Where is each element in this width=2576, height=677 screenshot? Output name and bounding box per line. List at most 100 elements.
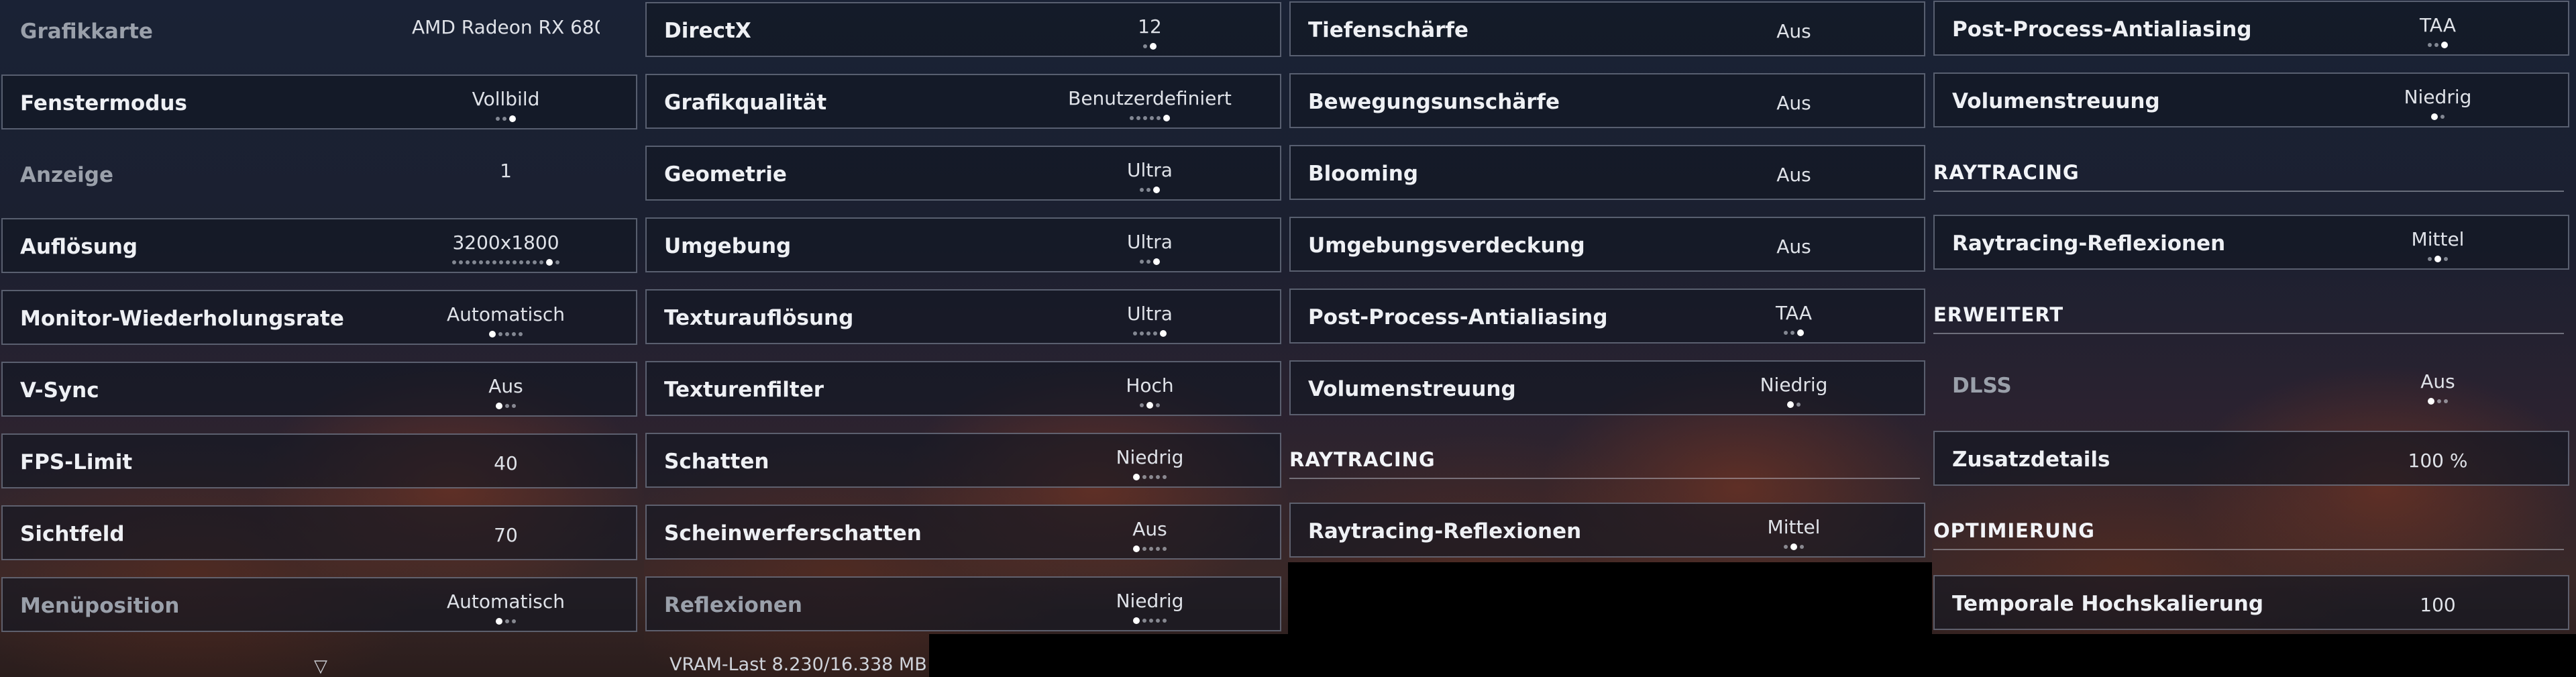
option-dot [1784,330,1788,335]
setting-row-grafikkarte[interactable]: Grafikkarte AMD Radeon RX 6800 [1,3,637,58]
option-dot [505,619,509,623]
option-dot-active [496,617,502,625]
option-dot [498,331,502,336]
setting-row-temporale-hochskalierung[interactable]: Temporale Hochskalierung 100 [1933,575,2569,630]
option-dot [533,260,537,264]
setting-row-texturaufloesung[interactable]: Texturauflösung Ultra [645,289,1281,344]
setting-row-raytracing-reflexionen[interactable]: Raytracing-Reflexionen Mittel [1289,503,1925,558]
background-fill [1932,634,2576,677]
option-dot [2437,399,2441,403]
setting-row-vsync[interactable]: V-Sync Aus [1,362,637,417]
setting-label: Volumenstreuung [1308,377,1516,401]
option-dot [505,331,509,336]
setting-row-bewegungsunschaerfe[interactable]: Bewegungsunschärfe Aus [1289,73,1925,128]
option-dot [1136,115,1140,120]
setting-label: Umgebung [664,234,792,258]
setting-value: Niedrig [1116,590,1184,612]
setting-row-raytracing-reflexionen[interactable]: Raytracing-Reflexionen Mittel [1933,215,2569,270]
option-indicator [999,42,1288,50]
setting-row-aufloesung[interactable]: Auflösung 3200x1800 [1,218,637,273]
option-dot [539,260,543,264]
option-dot [2444,256,2448,261]
vram-usage: VRAM-Last 8.230/16.338 MB [669,654,927,675]
option-dot-active [1150,42,1157,50]
option-dot [1800,544,1804,549]
option-indicator [355,258,644,266]
setting-value: Aus [488,375,523,397]
option-indicator [2287,255,2576,262]
setting-row-anzeige[interactable]: Anzeige 1 [1,146,637,201]
option-indicator [2287,41,2576,48]
setting-row-blooming[interactable]: Blooming Aus [1289,145,1925,200]
setting-row-texturenfilter[interactable]: Texturenfilter Hoch [645,361,1281,416]
option-indicator [2287,397,2576,405]
option-indicator [1643,543,1932,550]
setting-row-zusatzdetails[interactable]: Zusatzdetails 100 % [1933,431,2569,486]
option-dot-active [2428,397,2434,405]
setting-label: Texturenfilter [664,378,824,402]
setting-value: 1 [500,160,512,182]
setting-row-sichtfeld[interactable]: Sichtfeld 70 [1,505,637,560]
setting-row-tiefenschaerfe[interactable]: Tiefenschärfe Aus [1289,1,1925,56]
option-dot [1140,331,1144,335]
setting-label: DirectX [664,19,751,43]
setting-label: Geometrie [664,162,787,187]
setting-value: TAA [1775,302,1813,324]
setting-row-reflexionen[interactable]: Reflexionen Niedrig [645,576,1281,631]
scroll-down-icon[interactable]: ▽ [314,656,327,676]
setting-row-volumenstreuung[interactable]: Volumenstreuung Niedrig [1933,72,2569,127]
setting-row-antialiasing[interactable]: Post-Process-Antialiasing TAA [1289,289,1925,344]
setting-row-directx[interactable]: DirectX 12 [645,2,1281,57]
setting-row-menueposition[interactable]: Menüposition Automatisch [1,577,637,632]
setting-row-grafikqualitaet[interactable]: Grafikqualität Benutzerdefiniert [645,74,1281,129]
setting-row-wiederholungsrate[interactable]: Monitor-Wiederholungsrate Automatisch [1,290,637,345]
option-dot [512,619,516,623]
setting-value: Mittel [2411,228,2465,250]
option-dot [1149,546,1153,551]
setting-label: Grafikkarte [20,19,153,44]
section-title: RAYTRACING [1933,161,2080,184]
setting-label: Zusatzdetails [1952,448,2110,472]
setting-row-geometrie[interactable]: Geometrie Ultra [645,146,1281,201]
option-dot [466,260,470,264]
option-dot [1156,403,1160,407]
setting-label: Post-Process-Antialiasing [1952,17,2252,42]
setting-row-schatten[interactable]: Schatten Niedrig [645,433,1281,488]
option-dot [1163,474,1167,479]
option-dot [513,260,517,264]
setting-row-dlss[interactable]: DLSS Aus [1933,357,2569,412]
option-dot [1156,618,1160,623]
setting-label: Sichtfeld [20,522,125,546]
setting-label: Scheinwerferschatten [664,521,922,545]
setting-label: Menüposition [20,594,180,618]
setting-value: Ultra [1127,159,1173,181]
option-dot-active [1787,401,1794,408]
option-dot-active [1160,329,1167,337]
option-dot [1130,115,1134,120]
setting-row-umgebungsverdeckung[interactable]: Umgebungsverdeckung Aus [1289,217,1925,272]
option-dot [512,331,516,336]
settings-panel-quality: DirectX 12 Grafikqualität Benutzerdefini… [644,0,1288,677]
setting-row-fps-limit[interactable]: FPS-Limit 40 [1,433,637,488]
setting-value: Mittel [1767,516,1821,538]
setting-label: DLSS [1952,374,2012,398]
option-dot [512,403,516,408]
option-dot-active [496,402,502,409]
setting-row-volumenstreuung[interactable]: Volumenstreuung Niedrig [1289,360,1925,415]
setting-row-umgebung[interactable]: Umgebung Ultra [645,217,1281,272]
setting-value: Hoch [1126,374,1174,397]
option-dot [1146,259,1150,264]
setting-label: Bewegungsunschärfe [1308,90,1560,114]
settings-panel-display: Grafikkarte AMD Radeon RX 6800 Fenstermo… [0,0,644,677]
setting-row-antialiasing[interactable]: Post-Process-Antialiasing TAA [1933,1,2569,56]
option-dot [1140,187,1144,192]
background-fill [929,634,1288,677]
setting-row-fenstermodus[interactable]: Fenstermodus Vollbild [1,74,637,129]
option-indicator [355,115,644,122]
section-divider [1933,549,2564,550]
setting-row-scheinwerferschatten[interactable]: Scheinwerferschatten Aus [645,505,1281,560]
section-divider [1289,478,1920,479]
setting-value: Aus [1776,164,1811,186]
option-indicator [999,545,1288,552]
background-fill [1288,562,1932,677]
